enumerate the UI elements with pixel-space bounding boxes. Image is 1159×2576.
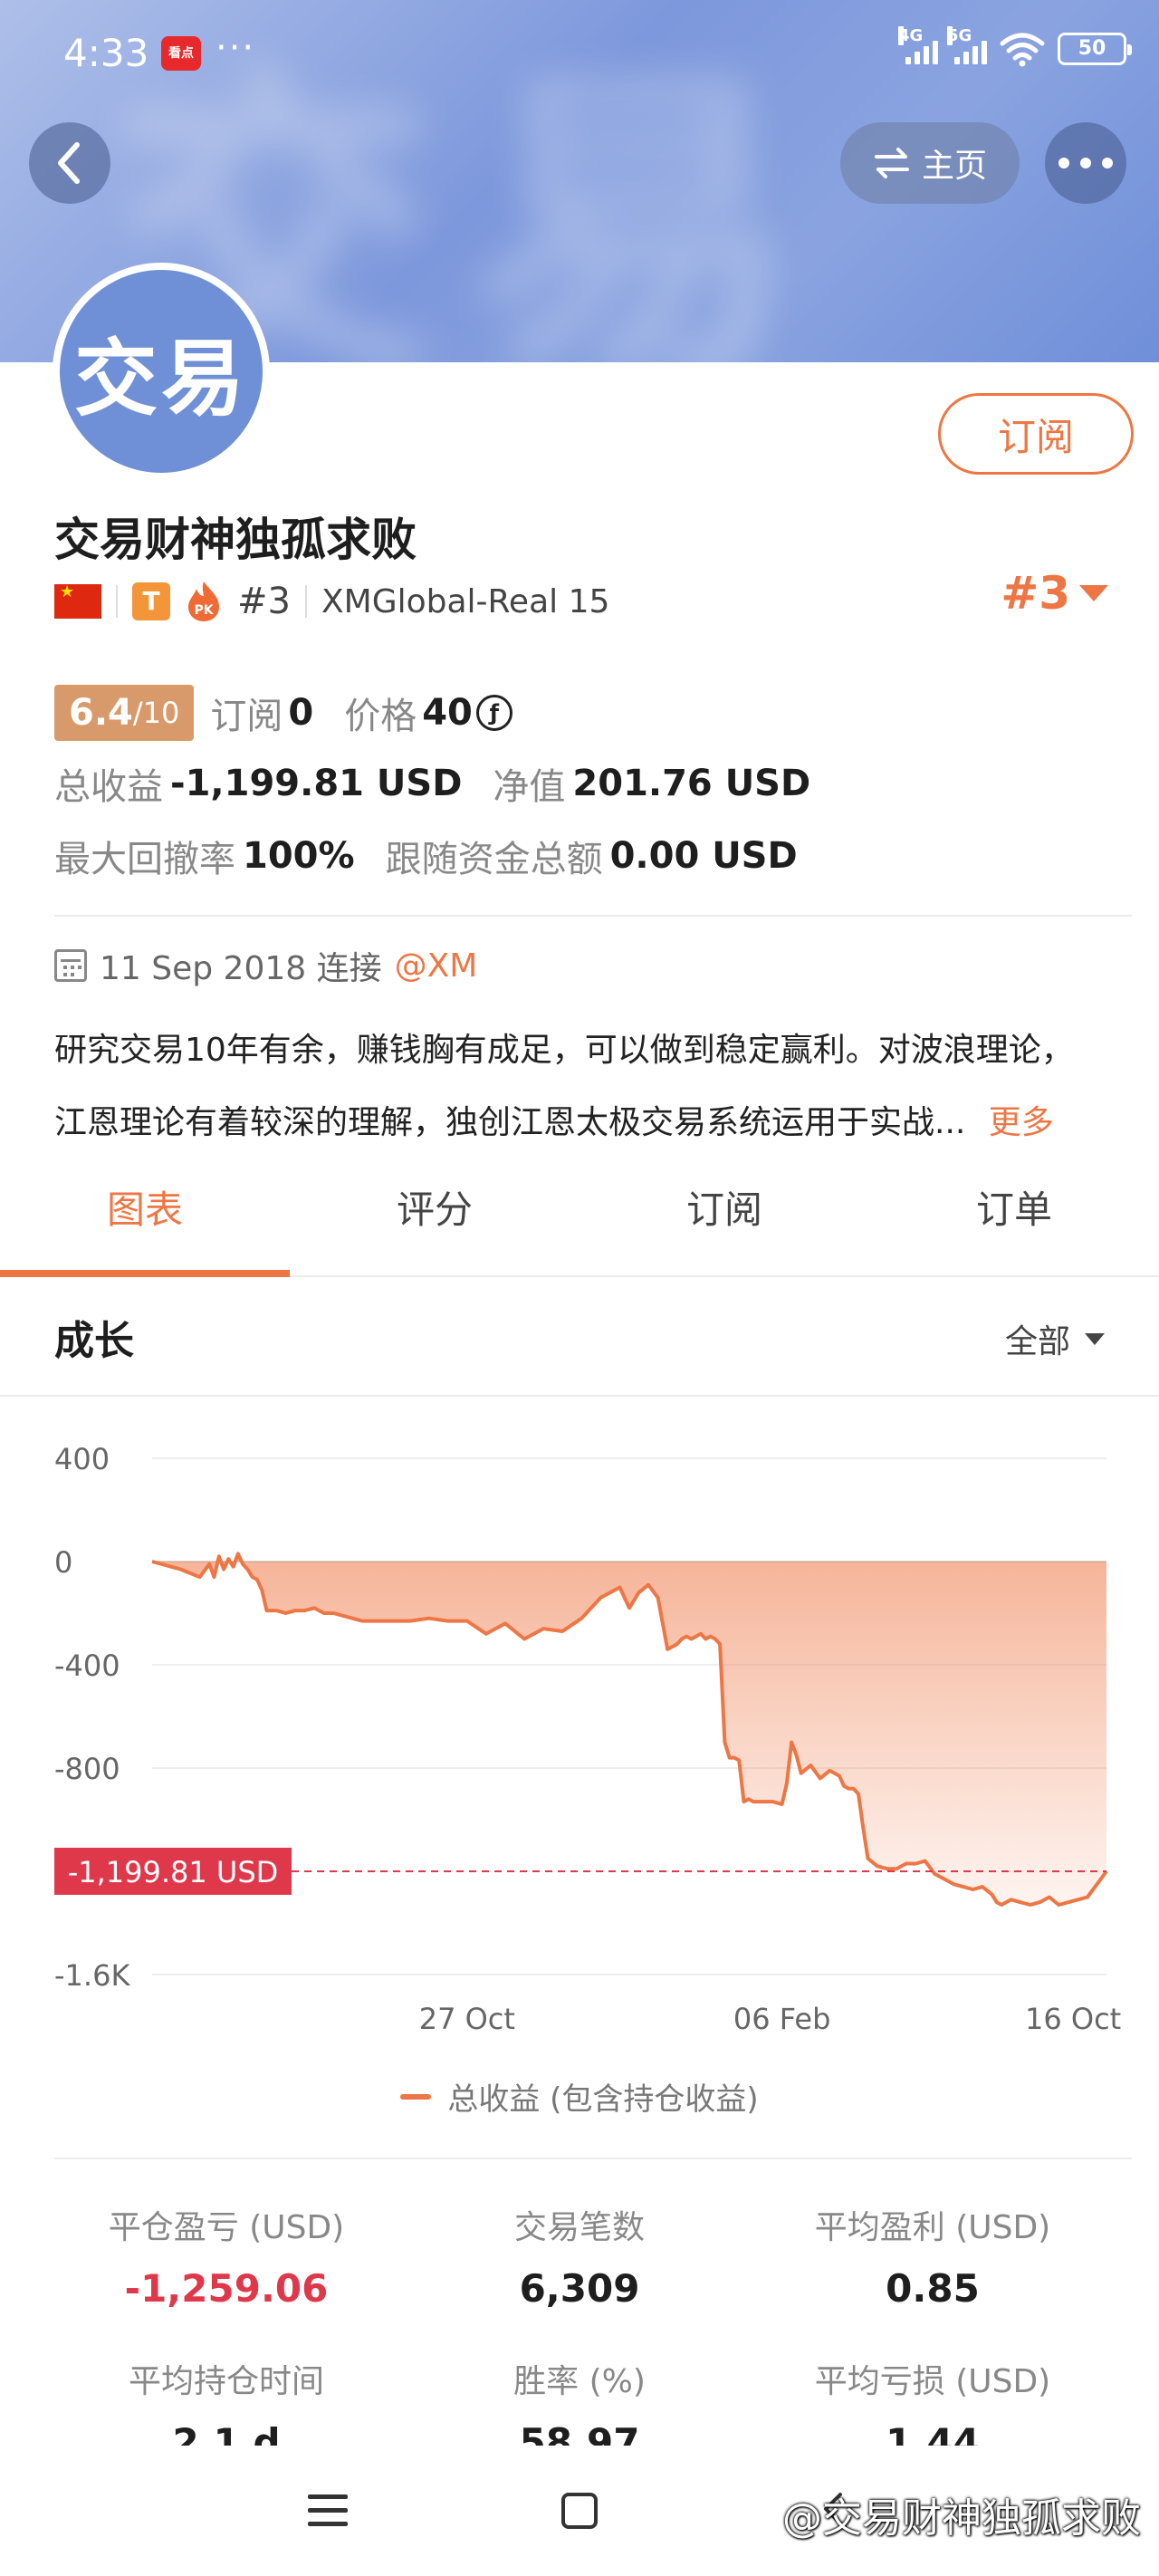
metric-label: 平均持仓时间 [128, 2363, 324, 2400]
follow-amount-value: 0.00 USD [609, 835, 798, 877]
metric-label: 平均盈利 (USD) [814, 2209, 1051, 2246]
range-filter-dropdown[interactable]: 全部 [1005, 1315, 1105, 1362]
signal-5g-icon: 5G [947, 26, 987, 64]
y-tick-label: -400 [54, 1648, 120, 1683]
bio-line-1: 研究交易10年有余，赚钱胸有成足，可以做到稳定赢利。对波浪理论， [54, 1032, 1074, 1069]
tab-bar: 图表 评分 订阅 订单 [0, 1149, 1159, 1277]
score-badge: 6.4 /10 [54, 685, 195, 741]
subscribe-count-label: 订阅 [210, 696, 283, 737]
watermark-text: @交易财神独孤求败 [782, 2495, 1141, 2542]
x-tick-label: 27 Oct [419, 2002, 515, 2036]
y-tick-label: 400 [54, 1442, 110, 1476]
t-badge-icon[interactable]: T [132, 582, 170, 620]
divider [116, 585, 118, 618]
divider [54, 2158, 1132, 2159]
calendar-icon [54, 949, 87, 982]
broker-mention-link[interactable]: @XM [395, 947, 478, 985]
price-label: 价格 [344, 696, 417, 737]
chevron-left-icon [58, 142, 80, 184]
server-name: XMGlobal-Real 15 [321, 582, 610, 620]
status-indicators: 4G 5G 50 [898, 26, 1132, 67]
score-max: /10 [132, 696, 180, 730]
stats-row-1: 6.4 /10 订阅 0 价格 40 ƒ [54, 685, 512, 741]
status-time: 4:33 [63, 31, 149, 75]
rank-dropdown-label: #3 [1001, 567, 1070, 620]
rank-dropdown[interactable]: #3 [1001, 567, 1108, 620]
avatar[interactable]: 交易 [53, 263, 270, 480]
x-tick-label: 06 Feb [733, 2002, 831, 2036]
equity-value: 201.76 USD [572, 763, 811, 804]
battery-icon: 50 [1058, 33, 1132, 65]
tab-chart[interactable]: 图表 [0, 1149, 290, 1277]
bio-line-2-text: 江恩理论有着较深的理解，独创江恩太极交易系统运用于实战... [54, 1104, 966, 1141]
signal-4g-icon: 4G [898, 26, 938, 64]
back-button[interactable] [29, 122, 110, 204]
caret-down-icon [1085, 1332, 1105, 1345]
growth-chart[interactable]: 400 0 -400 -800 -1.6K 27 Oct 06 Feb 16 Oct -1,19… [0, 1413, 1159, 2083]
profile-name: 交易财神独孤求败 [54, 514, 417, 566]
bio-more-link[interactable]: 更多 [989, 1104, 1054, 1141]
equity-label: 净值 [493, 766, 566, 808]
more-notifications-icon: ··· [216, 27, 256, 69]
y-tick-label: 0 [54, 1545, 72, 1580]
joined-row: 11 Sep 2018 连接 @XM [54, 942, 477, 989]
recent-apps-icon[interactable] [308, 2494, 348, 2527]
metric-label: 平均亏损 (USD) [814, 2363, 1051, 2400]
drawdown-label: 最大回撤率 [54, 839, 235, 880]
more-dots-icon [1058, 158, 1113, 168]
legend-label: 总收益 (包含持仓收益) [447, 2081, 759, 2118]
section-title: 成长 [54, 1318, 134, 1364]
rank-badge: #3 [237, 581, 291, 622]
pk-badge-label: PK [194, 603, 214, 618]
metric-label: 交易笔数 [513, 2209, 645, 2246]
legend-swatch [400, 2093, 432, 2100]
tab-subscriptions[interactable]: 订阅 [580, 1149, 869, 1275]
home-button-label: 主页 [921, 148, 987, 185]
subscribe-count-value: 0 [288, 692, 314, 734]
total-profit-label: 总收益 [54, 766, 163, 808]
swap-arrows-icon [874, 148, 909, 178]
home-button[interactable]: 主页 [840, 122, 1020, 204]
bio-text: 研究交易10年有余，赚钱胸有成足，可以做到稳定赢利。对波浪理论， 江恩理论有着较… [54, 1014, 1123, 1159]
coin-icon: ƒ [475, 695, 512, 731]
follow-amount-label: 跟随资金总额 [385, 839, 603, 880]
x-tick-label: 16 Oct [1025, 2002, 1121, 2036]
drawdown-value: 100% [243, 835, 355, 877]
total-profit-value: -1,199.81 USD [170, 763, 463, 804]
metric-value: 0.85 [886, 2266, 980, 2311]
status-bar: 4:33 看点 ··· 4G 5G 50 [0, 0, 1159, 109]
stats-row-2: 总收益 -1,199.81 USD 净值 201.76 USD [54, 757, 810, 810]
chart-legend: 总收益 (包含持仓收益) [0, 2074, 1159, 2119]
divider [54, 915, 1132, 917]
range-filter-label: 全部 [1004, 1323, 1070, 1360]
tab-rating[interactable]: 评分 [290, 1149, 580, 1275]
metric-trade-count: 交易笔数 6,309 [407, 2201, 752, 2311]
metric-avg-profit: 平均盈利 (USD) 0.85 [761, 2201, 1105, 2311]
divider [304, 585, 307, 618]
joined-date: 11 Sep 2018 连接 [100, 950, 382, 987]
stats-row-3: 最大回撤率 100% 跟随资金总额 0.00 USD [54, 830, 798, 882]
score-value: 6.4 [69, 692, 133, 734]
subscribe-button[interactable]: 订阅 [938, 393, 1134, 475]
home-icon[interactable] [561, 2493, 598, 2529]
more-options-button[interactable] [1045, 122, 1126, 204]
metric-label: 胜率 (%) [513, 2363, 646, 2400]
wifi-icon [1000, 33, 1045, 67]
pk-flame-icon[interactable]: PK [185, 580, 223, 623]
y-tick-label: -800 [54, 1752, 120, 1786]
tab-orders[interactable]: 订单 [869, 1149, 1159, 1275]
metric-value: 6,309 [519, 2266, 640, 2311]
metric-value: -1,259.06 [124, 2266, 329, 2311]
caret-down-icon [1079, 585, 1108, 601]
y-tick-label: -1.6K [54, 1958, 130, 1993]
current-value-label: -1,199.81 USD [68, 1855, 279, 1889]
badges-row: T PK #3 XMGlobal-Real 15 [54, 574, 609, 629]
divider [0, 1395, 1159, 1397]
metric-closed-pnl: 平仓盈亏 (USD) -1,259.06 [54, 2201, 398, 2311]
price-value: 40 [422, 692, 473, 734]
china-flag-icon [54, 582, 101, 619]
app-notification-icon: 看点 [161, 36, 201, 71]
metric-label: 平仓盈亏 (USD) [108, 2209, 345, 2246]
